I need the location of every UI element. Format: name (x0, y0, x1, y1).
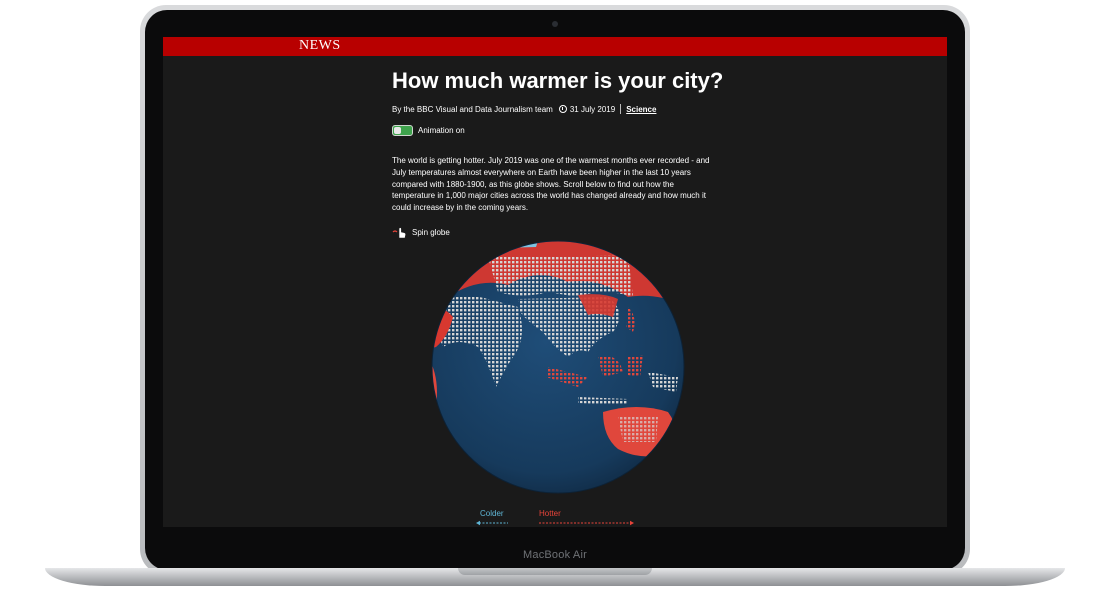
legend-colder-label: Colder (480, 509, 504, 518)
globe-graphic[interactable] (428, 237, 688, 497)
webcam (552, 21, 558, 27)
browser-screen: NEWS How much warmer is your city? By th… (163, 37, 947, 527)
animation-toggle-row[interactable]: Animation on (392, 125, 465, 136)
topic-link[interactable]: Science (626, 105, 656, 114)
article-title: How much warmer is your city? (392, 68, 724, 93)
byline-divider (620, 104, 622, 114)
clock-icon (558, 105, 567, 113)
animation-toggle[interactable] (392, 125, 413, 136)
land-australia-interior (618, 417, 658, 442)
animation-label: Animation on (418, 126, 465, 135)
spin-globe-label: Spin globe (412, 227, 450, 237)
device-model-label: MacBook Air (523, 549, 587, 561)
news-logo[interactable]: NEWS (299, 38, 341, 54)
publish-date: 31 July 2019 (569, 104, 616, 114)
byline: By the BBC Visual and Data Journalism te… (392, 104, 656, 114)
legend-hotter-label: Hotter (539, 509, 561, 518)
hotter-arrow (539, 520, 634, 526)
hand-pointer-icon (392, 227, 406, 239)
land-arctic-colder (498, 241, 538, 248)
laptop-base-notch (458, 568, 652, 575)
author-text: By the BBC Visual and Data Journalism te… (392, 104, 553, 114)
intro-paragraph: The world is getting hotter. July 2019 w… (392, 156, 710, 213)
toggle-knob (394, 127, 401, 134)
land-central-asia (488, 255, 633, 297)
news-header-bar: NEWS (163, 37, 947, 56)
colder-arrow (476, 520, 508, 526)
temperature-globe[interactable] (428, 237, 688, 497)
